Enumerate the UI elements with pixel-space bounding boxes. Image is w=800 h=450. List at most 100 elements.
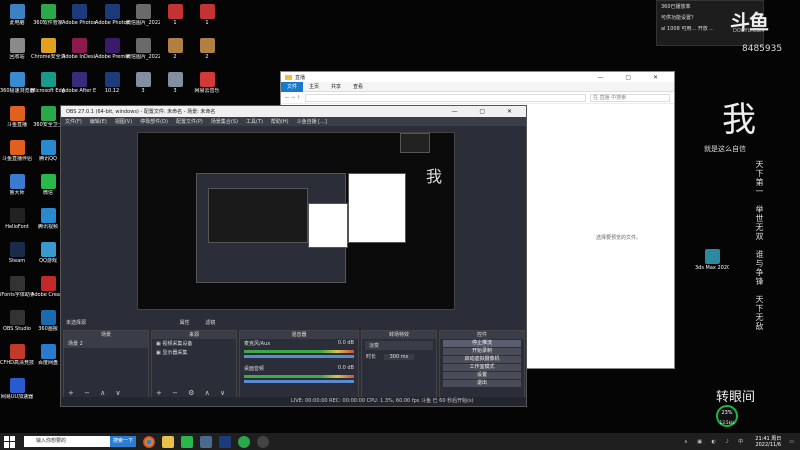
start-record-button[interactable]: 开始录制 — [443, 348, 521, 355]
filters-button[interactable]: 滤镜 — [205, 320, 215, 326]
desktop-icon[interactable]: Adobe InDesi... — [62, 36, 96, 72]
scene-item[interactable]: 场景 2 — [64, 339, 148, 348]
volume-slider[interactable] — [244, 380, 354, 383]
nav-arrows-icon[interactable]: ← → ↑ — [281, 95, 301, 101]
transition-select[interactable]: 淡变 — [365, 341, 433, 350]
obs-title: OBS 27.0.1 (64-bit, windows) - 配置文件: 未命名… — [66, 109, 216, 115]
desktop-icon-label: 网易云音乐 — [194, 88, 220, 94]
menu-scene-collection[interactable]: 场景集合(S) — [207, 118, 242, 125]
desktop-icon[interactable]: 网易UU加速器 — [1, 376, 33, 412]
desktop-icon[interactable]: Microsoft Edge — [31, 70, 65, 106]
source-toolbar[interactable]: + − ⚙ ∧ ∨ — [156, 389, 229, 397]
chrome-icon[interactable] — [143, 435, 155, 448]
desktop-icon[interactable]: Adobe Photosh... — [62, 2, 96, 38]
desktop-icon[interactable]: 斗鱼直播 — [2, 104, 32, 140]
app-icon — [135, 72, 151, 87]
obs-titlebar[interactable]: OBS 27.0.1 (64-bit, windows) - 配置文件: 未命名… — [61, 106, 526, 117]
menu-file[interactable]: 文件(F) — [61, 118, 86, 125]
tab-home[interactable]: 主页 — [303, 83, 325, 90]
desktop-icon[interactable]: 微信 — [33, 172, 63, 208]
menu-help[interactable]: 帮助(H) — [267, 118, 293, 125]
desktop-icon[interactable]: 微信图片_2022091... — [126, 36, 160, 72]
source-item[interactable]: ▣ 视频采集设备 — [152, 339, 236, 348]
desktop-icon[interactable]: QQ游戏 — [33, 240, 63, 276]
stop-stream-button[interactable]: 停止推流 — [443, 340, 521, 347]
settings-button[interactable]: 设置 — [443, 372, 521, 379]
360-icon[interactable] — [238, 435, 250, 448]
taskbar-search-button[interactable]: 搜索一下 — [110, 436, 136, 447]
menu-douyu[interactable]: 斗鱼自播 [...] — [293, 118, 331, 125]
desktop-icon[interactable]: HelloFont — [2, 206, 32, 242]
desktop-icon[interactable]: 网易云音乐 — [192, 70, 222, 106]
explorer-window-buttons[interactable]: — ▢ ✕ — [597, 74, 668, 81]
desktop-icon[interactable]: 360软件管家 — [33, 2, 63, 38]
mixer-track-db: 0.0 dB — [337, 340, 354, 346]
menu-profile[interactable]: 配置文件(P) — [172, 118, 207, 125]
desktop-icon[interactable]: 腾讯QQ — [33, 138, 63, 174]
desktop-icon[interactable]: 微信图片_2022091... — [126, 2, 160, 38]
desktop-icon[interactable]: 1 — [192, 2, 222, 38]
desktop-icon[interactable]: 360画报 — [33, 308, 63, 344]
desktop-icon[interactable]: 3 — [128, 70, 158, 106]
overlay-sub-line: 就是这么自信 — [704, 145, 746, 153]
desktop-icon[interactable]: Adobe Creati... — [31, 274, 65, 310]
properties-button[interactable]: 属性 — [180, 320, 190, 326]
menu-edit[interactable]: 编辑(E) — [86, 118, 111, 125]
menu-tools[interactable]: 工具(T) — [242, 118, 267, 125]
desktop-icon[interactable]: 斗鱼直播伴侣 — [2, 138, 32, 174]
desktop-icon[interactable]: 360安全卫士 — [33, 104, 63, 140]
desktop-icon[interactable]: 2 — [160, 36, 190, 72]
folder-icon[interactable] — [162, 435, 174, 448]
tab-file[interactable]: 文件 — [281, 81, 304, 92]
desktop-icon[interactable]: OBS Studio — [2, 308, 32, 344]
notification-icon[interactable]: ▭ — [789, 439, 794, 445]
photoshop-icon[interactable] — [219, 435, 231, 448]
desktop-icon[interactable]: CFHD高清竞技大区 — [0, 342, 34, 378]
windows-logo-icon — [4, 442, 9, 448]
desktop-icon[interactable]: 鲁大师 — [2, 172, 32, 208]
mixer-track-db: 0.0 dB — [337, 365, 354, 371]
desktop-icon[interactable]: Adobe Premie... — [95, 36, 129, 72]
duration-input[interactable]: 300 ms — [383, 354, 415, 360]
obs-window-buttons[interactable]: — ▢ ✕ — [451, 108, 522, 115]
start-button[interactable] — [4, 435, 16, 448]
desktop-icon[interactable]: Chrome安全浏览器 — [31, 36, 65, 72]
desktop-icon[interactable]: iFonts字体助手 — [0, 274, 34, 310]
wechat-icon[interactable] — [181, 435, 193, 448]
tab-view[interactable]: 查看 — [347, 83, 369, 90]
obs-icon[interactable] — [257, 435, 269, 448]
studio-mode-button[interactable]: 工作室模式 — [443, 364, 521, 371]
obs-preview[interactable]: 我 — [137, 132, 455, 310]
tab-share[interactable]: 共享 — [325, 83, 347, 90]
exit-button[interactable]: 退出 — [443, 380, 521, 387]
desktop-icon[interactable]: 此电脑 — [2, 2, 32, 38]
address-bar[interactable] — [304, 93, 586, 102]
desktop-icon[interactable]: 2 — [192, 36, 222, 72]
desktop-icon[interactable]: Adobe Photosh... — [95, 2, 129, 38]
source-item[interactable]: ▣ 显示器采集 — [152, 348, 236, 357]
desktop-icon[interactable]: 10.12 — [97, 70, 127, 106]
windows-logo-icon — [4, 435, 9, 441]
duration-row: 时长 300 ms — [362, 352, 436, 361]
virtual-camera-button[interactable]: 启动虚拟摄像机 — [443, 356, 521, 363]
menu-docks[interactable]: 停靠部件(D) — [136, 118, 172, 125]
obs-window[interactable]: OBS 27.0.1 (64-bit, windows) - 配置文件: 未命名… — [60, 105, 527, 407]
desktop-icon[interactable]: 360极速浏览器 — [0, 70, 34, 106]
desktop-icon[interactable]: 腾讯视频 — [33, 206, 63, 242]
scene-toolbar[interactable]: + − ∧ ∨ — [68, 389, 125, 397]
desktop-icon-3dsmax[interactable]: 3ds Max 2020 - S... — [695, 247, 729, 283]
desktop-icon[interactable]: Steam — [2, 240, 32, 276]
app-icon — [9, 208, 25, 223]
desktop-icon[interactable]: 回收站 — [2, 36, 32, 72]
volume-slider[interactable] — [244, 355, 354, 358]
tray-icons[interactable]: ∧ ▣ ◐ ♪ 中 — [684, 438, 747, 445]
taskbar-search-input[interactable]: 输入你想要的 — [24, 436, 110, 447]
explorer-search-input[interactable]: 在 直播 中搜索 — [590, 93, 670, 102]
taskbar-clock[interactable]: 21:41 周日 2022/11/6 — [755, 436, 781, 448]
desktop-icon[interactable]: 百度网盘 — [33, 342, 63, 378]
menu-view[interactable]: 视图(V) — [111, 118, 136, 125]
explorer-icon[interactable] — [200, 435, 212, 448]
desktop-icon[interactable]: 1 — [160, 2, 190, 38]
desktop-icon[interactable]: 3 — [160, 70, 190, 106]
desktop-icon[interactable]: Adobe After Effects 2020 — [62, 70, 96, 106]
